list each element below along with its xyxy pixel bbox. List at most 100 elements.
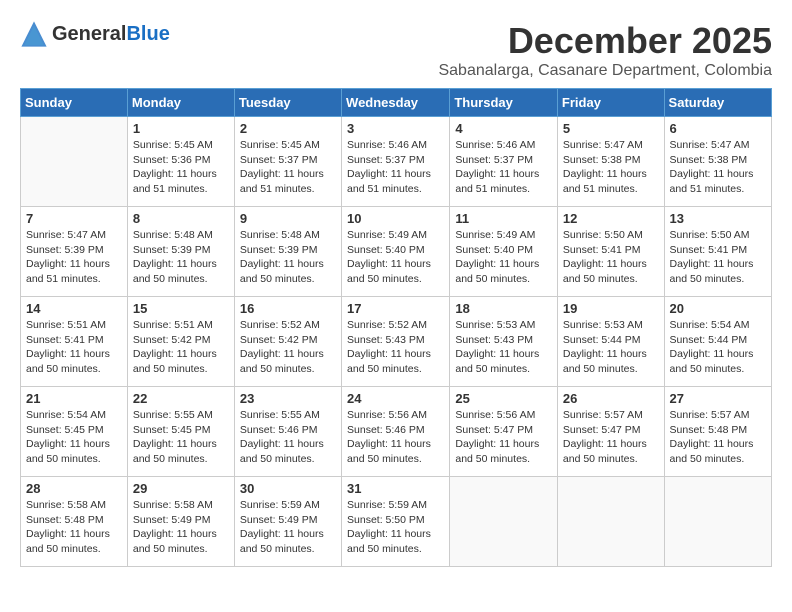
calendar-day-cell: 3Sunrise: 5:46 AMSunset: 5:37 PMDaylight…	[342, 117, 450, 207]
day-number: 23	[240, 391, 336, 406]
day-info: Sunrise: 5:52 AMSunset: 5:43 PMDaylight:…	[347, 318, 444, 377]
day-number: 9	[240, 211, 336, 226]
title-section: December 2025 Sabanalarga, Casanare Depa…	[438, 20, 772, 80]
calendar-day-cell: 24 Sunrise: 5:56 AMSunset: 5:46 PMDayligh…	[342, 387, 450, 477]
calendar-table: SundayMondayTuesdayWednesdayThursdayFrid…	[20, 88, 772, 567]
day-number: 13	[670, 211, 766, 226]
calendar-day-cell: 17 Sunrise: 5:52 AMSunset: 5:43 PMDayligh…	[342, 297, 450, 387]
day-number: 2	[240, 121, 336, 136]
calendar-day-cell: 21 Sunrise: 5:54 AMSunset: 5:45 PMDayligh…	[21, 387, 128, 477]
weekday-header: Friday	[557, 89, 664, 117]
day-number: 19	[563, 301, 659, 316]
day-info: Sunrise: 5:48 AMSunset: 5:39 PMDaylight:…	[240, 228, 336, 287]
logo-icon	[20, 20, 48, 48]
calendar-day-cell: 27Sunrise: 5:57 AMSunset: 5:48 PMDayligh…	[664, 387, 771, 477]
day-info: Sunrise: 5:52 AMSunset: 5:42 PMDaylight:…	[240, 318, 336, 377]
day-info: Sunrise: 5:45 AMSunset: 5:36 PMDaylight:…	[133, 138, 229, 197]
day-number: 4	[455, 121, 552, 136]
calendar-day-cell	[664, 477, 771, 567]
calendar-day-cell: 31 Sunrise: 5:59 AMSunset: 5:50 PMDayligh…	[342, 477, 450, 567]
day-number: 26	[563, 391, 659, 406]
day-number: 1	[133, 121, 229, 136]
day-info: Sunrise: 5:46 AMSunset: 5:37 PMDaylight:…	[455, 138, 552, 197]
calendar-day-cell: 7 Sunrise: 5:47 AMSunset: 5:39 PMDaylight…	[21, 207, 128, 297]
calendar-day-cell: 1 Sunrise: 5:45 AMSunset: 5:36 PMDaylight…	[127, 117, 234, 207]
weekday-header: Thursday	[450, 89, 558, 117]
calendar-day-cell: 18 Sunrise: 5:53 AMSunset: 5:43 PMDayligh…	[450, 297, 558, 387]
day-number: 17	[347, 301, 444, 316]
calendar-day-cell: 12Sunrise: 5:50 AMSunset: 5:41 PMDayligh…	[557, 207, 664, 297]
day-number: 7	[26, 211, 122, 226]
day-number: 11	[455, 211, 552, 226]
calendar-day-cell	[557, 477, 664, 567]
calendar-day-cell: 6 Sunrise: 5:47 AMSunset: 5:38 PMDaylight…	[664, 117, 771, 207]
day-number: 18	[455, 301, 552, 316]
month-title: December 2025	[438, 20, 772, 62]
day-info: Sunrise: 5:53 AMSunset: 5:43 PMDaylight:…	[455, 318, 552, 377]
calendar-day-cell: 14 Sunrise: 5:51 AMSunset: 5:41 PMDayligh…	[21, 297, 128, 387]
day-info: Sunrise: 5:54 AMSunset: 5:44 PMDaylight:…	[670, 318, 766, 377]
weekday-header: Monday	[127, 89, 234, 117]
calendar-week-row: 28 Sunrise: 5:58 AMSunset: 5:48 PMDayligh…	[21, 477, 772, 567]
day-info: Sunrise: 5:49 AMSunset: 5:40 PMDaylight:…	[455, 228, 552, 287]
day-info: Sunrise: 5:51 AMSunset: 5:41 PMDaylight:…	[26, 318, 122, 377]
calendar-day-cell	[21, 117, 128, 207]
logo-blue: Blue	[126, 23, 169, 45]
day-info: Sunrise: 5:53 AMSunset: 5:44 PMDaylight:…	[563, 318, 659, 377]
day-number: 6	[670, 121, 766, 136]
day-number: 31	[347, 481, 444, 496]
day-number: 20	[670, 301, 766, 316]
day-info: Sunrise: 5:58 AMSunset: 5:48 PMDaylight:…	[26, 498, 122, 557]
page-header: GeneralBlue December 2025 Sabanalarga, C…	[20, 20, 772, 80]
weekday-header: Wednesday	[342, 89, 450, 117]
day-number: 15	[133, 301, 229, 316]
calendar-day-cell: 26Sunrise: 5:57 AMSunset: 5:47 PMDayligh…	[557, 387, 664, 477]
calendar-day-cell: 4 Sunrise: 5:46 AMSunset: 5:37 PMDaylight…	[450, 117, 558, 207]
day-number: 14	[26, 301, 122, 316]
calendar-day-cell: 15 Sunrise: 5:51 AMSunset: 5:42 PMDayligh…	[127, 297, 234, 387]
calendar-day-cell: 11 Sunrise: 5:49 AMSunset: 5:40 PMDayligh…	[450, 207, 558, 297]
day-number: 5	[563, 121, 659, 136]
weekday-header: Sunday	[21, 89, 128, 117]
day-info: Sunrise: 5:59 AMSunset: 5:49 PMDaylight:…	[240, 498, 336, 557]
calendar-day-cell: 22Sunrise: 5:55 AMSunset: 5:45 PMDayligh…	[127, 387, 234, 477]
day-info: Sunrise: 5:51 AMSunset: 5:42 PMDaylight:…	[133, 318, 229, 377]
day-number: 30	[240, 481, 336, 496]
day-info: Sunrise: 5:58 AMSunset: 5:49 PMDaylight:…	[133, 498, 229, 557]
day-info: Sunrise: 5:48 AMSunset: 5:39 PMDaylight:…	[133, 228, 229, 287]
calendar-day-cell: 16Sunrise: 5:52 AMSunset: 5:42 PMDayligh…	[234, 297, 341, 387]
calendar-day-cell: 20 Sunrise: 5:54 AMSunset: 5:44 PMDayligh…	[664, 297, 771, 387]
day-info: Sunrise: 5:50 AMSunset: 5:41 PMDaylight:…	[670, 228, 766, 287]
calendar-week-row: 21 Sunrise: 5:54 AMSunset: 5:45 PMDayligh…	[21, 387, 772, 477]
day-number: 21	[26, 391, 122, 406]
day-info: Sunrise: 5:45 AMSunset: 5:37 PMDaylight:…	[240, 138, 336, 197]
logo-general: General	[52, 23, 126, 45]
logo: GeneralBlue	[20, 20, 170, 48]
day-number: 25	[455, 391, 552, 406]
day-info: Sunrise: 5:54 AMSunset: 5:45 PMDaylight:…	[26, 408, 122, 467]
calendar-day-cell: 9 Sunrise: 5:48 AMSunset: 5:39 PMDaylight…	[234, 207, 341, 297]
day-info: Sunrise: 5:56 AMSunset: 5:46 PMDaylight:…	[347, 408, 444, 467]
day-info: Sunrise: 5:47 AMSunset: 5:38 PMDaylight:…	[563, 138, 659, 197]
day-info: Sunrise: 5:47 AMSunset: 5:38 PMDaylight:…	[670, 138, 766, 197]
day-info: Sunrise: 5:49 AMSunset: 5:40 PMDaylight:…	[347, 228, 444, 287]
calendar-day-cell: 29Sunrise: 5:58 AMSunset: 5:49 PMDayligh…	[127, 477, 234, 567]
weekday-header: Tuesday	[234, 89, 341, 117]
day-info: Sunrise: 5:46 AMSunset: 5:37 PMDaylight:…	[347, 138, 444, 197]
calendar-day-cell: 23Sunrise: 5:55 AMSunset: 5:46 PMDayligh…	[234, 387, 341, 477]
calendar-day-cell: 10Sunrise: 5:49 AMSunset: 5:40 PMDayligh…	[342, 207, 450, 297]
day-info: Sunrise: 5:56 AMSunset: 5:47 PMDaylight:…	[455, 408, 552, 467]
day-number: 28	[26, 481, 122, 496]
day-info: Sunrise: 5:47 AMSunset: 5:39 PMDaylight:…	[26, 228, 122, 287]
day-info: Sunrise: 5:57 AMSunset: 5:48 PMDaylight:…	[670, 408, 766, 467]
calendar-day-cell: 13 Sunrise: 5:50 AMSunset: 5:41 PMDayligh…	[664, 207, 771, 297]
calendar-week-row: 14 Sunrise: 5:51 AMSunset: 5:41 PMDayligh…	[21, 297, 772, 387]
day-info: Sunrise: 5:50 AMSunset: 5:41 PMDaylight:…	[563, 228, 659, 287]
day-number: 22	[133, 391, 229, 406]
day-number: 8	[133, 211, 229, 226]
calendar-day-cell: 2 Sunrise: 5:45 AMSunset: 5:37 PMDaylight…	[234, 117, 341, 207]
day-number: 24	[347, 391, 444, 406]
calendar-day-cell: 19 Sunrise: 5:53 AMSunset: 5:44 PMDayligh…	[557, 297, 664, 387]
calendar-day-cell: 28 Sunrise: 5:58 AMSunset: 5:48 PMDayligh…	[21, 477, 128, 567]
day-info: Sunrise: 5:59 AMSunset: 5:50 PMDaylight:…	[347, 498, 444, 557]
